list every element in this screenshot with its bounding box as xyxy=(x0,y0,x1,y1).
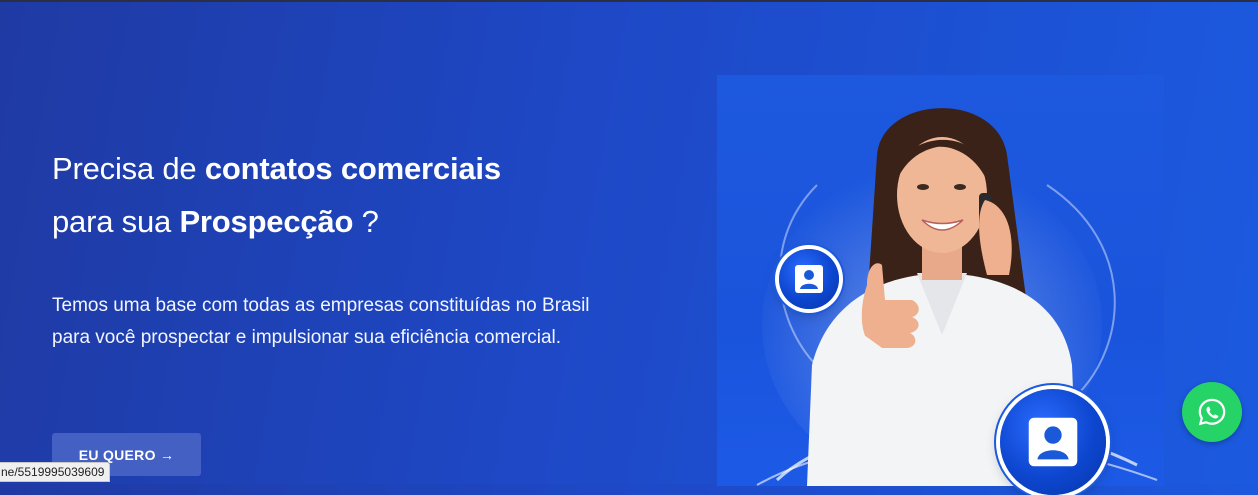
contact-card-badge-large xyxy=(1000,389,1106,495)
contact-card-icon xyxy=(1028,417,1078,467)
whatsapp-button[interactable] xyxy=(1182,382,1242,442)
headline-bold-2: Prospecção xyxy=(179,204,354,239)
status-bar-url: ne/5519995039609 xyxy=(0,462,111,482)
headline-text-3: ? xyxy=(353,204,379,239)
whatsapp-icon xyxy=(1198,398,1226,426)
headline-text-2: para sua xyxy=(52,204,180,239)
headline-text-1: Precisa de xyxy=(52,151,205,186)
headline-bold-1: contatos comerciais xyxy=(204,151,501,186)
contact-card-icon xyxy=(795,265,823,293)
hero-section: Precisa de contatos comerciais para sua … xyxy=(0,2,1258,495)
hero-description: Temos uma base com todas as empresas con… xyxy=(52,295,590,348)
contact-card-badge-small xyxy=(779,249,839,309)
hero-headline: Precisa de contatos comerciais para sua … xyxy=(52,142,612,248)
